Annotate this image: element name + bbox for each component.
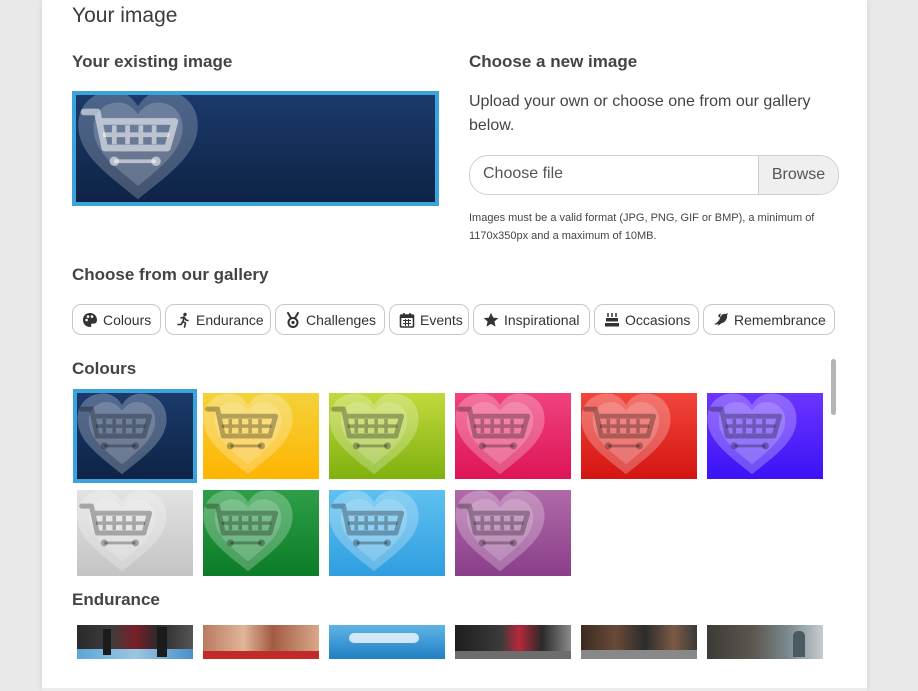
image-panel: Your image Your existing image Choose a …	[42, 0, 867, 691]
existing-image-heading: Your existing image	[72, 52, 233, 71]
colour-thumb-purple[interactable]	[455, 490, 571, 576]
tab-occasions[interactable]: Occasions	[594, 304, 699, 335]
heart-basket-graphic	[329, 393, 419, 475]
tab-label: Challenges	[306, 311, 377, 328]
heart-basket-graphic	[203, 490, 293, 572]
calendar-icon	[399, 312, 415, 328]
tab-label: Inspirational	[504, 311, 580, 328]
runner-icon	[175, 312, 191, 328]
thumb-image	[329, 393, 445, 479]
heart-basket-graphic	[77, 490, 167, 572]
heart-basket-graphic	[455, 490, 545, 572]
tab-label: Endurance	[196, 311, 264, 328]
tab-label: Colours	[103, 311, 152, 328]
browse-button[interactable]: Browse	[758, 156, 838, 194]
heart-basket-graphic	[581, 393, 671, 475]
endurance-thumb-cyclists[interactable]	[77, 625, 193, 659]
thumb-image	[203, 393, 319, 479]
colour-thumb-pink[interactable]	[455, 393, 571, 479]
endurance-thumb-hikers[interactable]	[707, 625, 823, 659]
thumb-image	[329, 490, 445, 576]
colour-thumb-lime[interactable]	[329, 393, 445, 479]
thumb-image	[77, 490, 193, 576]
tab-events[interactable]: Events	[389, 304, 469, 335]
thumb-image	[707, 393, 823, 479]
heart-basket-graphic	[77, 393, 167, 475]
file-requirements-note: Images must be a valid format (JPG, PNG,…	[469, 212, 815, 242]
palette-icon	[82, 312, 98, 328]
endurance-thumb-cyclist[interactable]	[455, 625, 571, 659]
category-title-colours: Colours	[72, 359, 137, 378]
tab-label: Occasions	[625, 311, 691, 328]
tab-remembrance[interactable]: Remembrance	[703, 304, 835, 335]
tab-endurance[interactable]: Endurance	[165, 304, 271, 335]
tab-label: Events	[420, 311, 463, 328]
existing-image	[72, 91, 439, 206]
section-title: Your image	[72, 4, 178, 27]
gallery-heading: Choose from our gallery	[72, 265, 269, 284]
gallery-scrollbar[interactable]	[831, 359, 836, 415]
tab-colours[interactable]: Colours	[72, 304, 161, 335]
category-title-endurance: Endurance	[72, 590, 160, 609]
file-upload-input[interactable]: Choose file Browse	[469, 155, 839, 195]
star-icon	[483, 312, 499, 328]
colour-thumb-grey[interactable]	[77, 490, 193, 576]
dove-icon	[713, 312, 729, 328]
thumb-image	[455, 393, 571, 479]
heart-basket-graphic	[203, 393, 293, 475]
colour-thumb-sky[interactable]	[329, 490, 445, 576]
heart-basket-graphic	[78, 95, 198, 200]
thumb-image	[203, 490, 319, 576]
new-image-heading: Choose a new image	[469, 52, 638, 71]
heart-basket-graphic	[455, 393, 545, 475]
tab-inspirational[interactable]: Inspirational	[473, 304, 590, 335]
cake-icon	[604, 312, 620, 328]
endurance-thumb-swimmer[interactable]	[329, 625, 445, 659]
tab-challenges[interactable]: Challenges	[275, 304, 385, 335]
upload-description: Upload your own or choose one from our g…	[469, 93, 811, 134]
tab-label: Remembrance	[734, 311, 826, 328]
thumb-image	[77, 393, 193, 479]
colour-thumb-yellow[interactable]	[203, 393, 319, 479]
medal-icon	[285, 311, 301, 328]
colour-thumb-violet[interactable]	[707, 393, 823, 479]
endurance-thumb-road-runners[interactable]	[581, 625, 697, 659]
gallery-scroll-area[interactable]: Colours Endurance	[42, 355, 867, 665]
thumb-image	[581, 393, 697, 479]
colour-thumb-navy[interactable]	[73, 389, 197, 483]
heart-basket-graphic	[329, 490, 419, 572]
heart-basket-graphic	[707, 393, 797, 475]
endurance-thumb-runners[interactable]	[203, 625, 319, 659]
colour-thumb-red[interactable]	[581, 393, 697, 479]
thumb-image	[455, 490, 571, 576]
colour-thumb-green[interactable]	[203, 490, 319, 576]
file-input-placeholder: Choose file	[483, 165, 564, 182]
